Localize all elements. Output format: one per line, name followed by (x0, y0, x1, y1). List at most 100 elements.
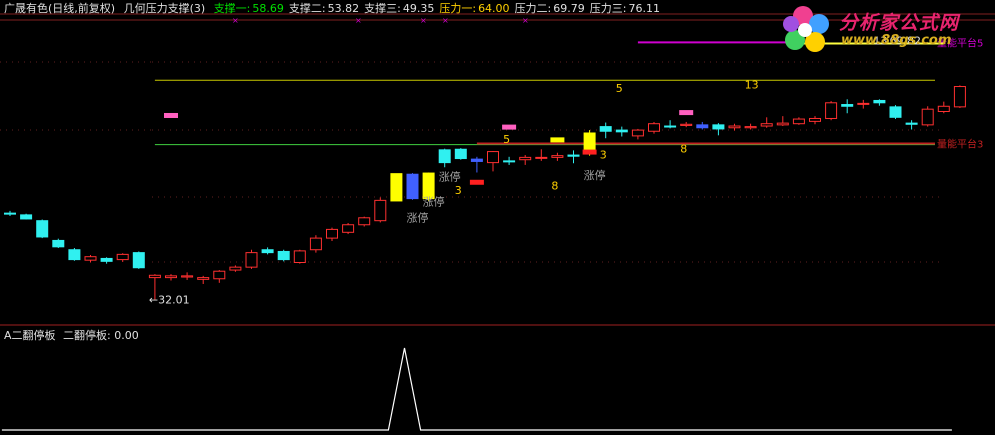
candle-body-14 (229, 266, 242, 271)
top-x-mark-2: × (420, 16, 427, 25)
ref-label-2: 量能平台3 (937, 137, 983, 150)
header-label-5: 压力三: (589, 2, 627, 15)
candle-body-7 (116, 253, 129, 261)
sub-title[interactable]: A二翻停板 (4, 329, 56, 342)
candle-body-27 (438, 149, 451, 164)
sub-series-line (1, 347, 952, 431)
candle-body-49 (792, 118, 805, 125)
header-value-0: 58.69 (252, 2, 284, 15)
chart-label-5: 3 (455, 184, 462, 197)
marker-0 (164, 112, 178, 118)
header-label-3: 压力一: (439, 2, 477, 15)
candle-body-2 (36, 220, 49, 238)
candle-body-22 (358, 217, 371, 226)
candle-body-46 (744, 126, 757, 129)
chart-label-10: 涨停 (439, 170, 461, 184)
candle-body-58 (937, 105, 950, 113)
marker-2 (679, 110, 694, 116)
candle-body-35 (567, 154, 580, 157)
candle-body-33 (535, 156, 548, 159)
candle-body-16 (261, 249, 274, 254)
chart-label-8: 8 (680, 143, 687, 156)
top-x-mark-3: × (442, 16, 449, 25)
candle-body-10 (165, 275, 177, 279)
chart-header: 广晟有色(日线,前复权) 几何压力支撑(3) 支撑一: 58.69 支撑二: 53.8… (4, 2, 670, 16)
candle-body-18 (293, 250, 306, 264)
candle-body-21 (342, 224, 355, 233)
candle-body-8 (132, 252, 145, 269)
chart-label-12: 涨停 (584, 168, 606, 182)
candle-body-47 (760, 123, 773, 127)
header-label-1: 支撑二: (288, 2, 326, 15)
marker-3 (550, 137, 565, 143)
candle-body-37 (599, 126, 612, 132)
candle-body-56 (905, 122, 918, 125)
candle-body-39 (631, 129, 644, 137)
candle-body-59 (953, 86, 966, 108)
indicator-name[interactable]: 几何压力支撑(3) (124, 2, 206, 15)
candle-body-57 (921, 108, 934, 126)
candle-body-28 (454, 148, 467, 160)
candle-body-30 (487, 151, 499, 164)
candle-body-53 (857, 102, 870, 105)
marker-1 (502, 124, 517, 130)
chart-label-1: 5 (616, 82, 623, 95)
header-value-3: 64.00 (478, 2, 510, 15)
candle-body-52 (841, 104, 854, 107)
candle-body-0 (4, 212, 16, 215)
candle-body-42 (680, 123, 693, 126)
top-x-mark-1: × (355, 16, 362, 25)
candle-body-50 (809, 117, 821, 122)
candle-body-32 (519, 156, 532, 161)
candle-body-6 (100, 257, 113, 262)
candle-body-43 (696, 124, 709, 129)
candle-body-19 (309, 237, 322, 251)
candle-body-40 (648, 123, 660, 132)
sub-header: A二翻停板 二翻停板: 0.00 (4, 329, 139, 343)
candle-body-51 (825, 102, 838, 119)
candle-body-4 (68, 249, 81, 261)
candle-body-11 (181, 275, 194, 278)
logo-url: www.88gs.com (841, 33, 952, 48)
candle-body-1 (20, 214, 33, 220)
candle-body-54 (873, 99, 886, 104)
chart-canvas: × × × × × 量能平台3量能平台5 55 1313 69.823388涨停涨停涨停涨停… (0, 13, 995, 431)
candle-body-13 (213, 270, 226, 280)
candle-body-12 (197, 277, 210, 280)
candle-body-31 (503, 160, 516, 163)
chart-label-7: 8 (551, 179, 558, 192)
chart-label-0: 5 (503, 133, 510, 146)
candle-body-9 (148, 274, 161, 279)
chart-label-11: 涨停 (407, 210, 429, 224)
chart-label-2: 13 (745, 78, 759, 91)
candle-body-41 (664, 125, 677, 128)
chart-label-6: 3 (600, 149, 607, 162)
stock-title[interactable]: 广晟有色(日线,前复权) (4, 2, 115, 15)
header-value-5: 76.11 (628, 2, 661, 15)
sub-indicator (1, 347, 952, 431)
top-x-mark-0: × (232, 16, 239, 25)
sub-value: 0.00 (114, 329, 139, 342)
header-label-0: 支撑一: (213, 2, 251, 15)
chart-label-13: ←32.01 (149, 294, 190, 307)
flower-logo-icon (783, 6, 829, 52)
candle-body-44 (712, 124, 725, 130)
candle-body-17 (277, 250, 290, 261)
marker-4 (469, 179, 484, 185)
header-label-2: 支撑三: (364, 2, 401, 15)
candle-body-24 (390, 173, 403, 202)
candle-body-36 (583, 132, 596, 151)
header-label-4: 压力二: (514, 2, 552, 15)
candle-body-45 (728, 125, 741, 129)
marker-5 (582, 149, 597, 155)
header-value-2: 49.35 (402, 2, 435, 15)
candle-body-55 (889, 106, 902, 118)
grid: × × × × × (0, 13, 995, 326)
candle-body-25 (406, 173, 419, 200)
candle-body-3 (52, 239, 65, 248)
labels: 55 1313 69.823388涨停涨停涨停涨停←32.01 (149, 35, 921, 307)
candle-body-23 (374, 199, 387, 222)
logo-title: 分析家公式网 (839, 12, 960, 34)
candles (4, 85, 966, 300)
candle-body-29 (470, 158, 483, 162)
